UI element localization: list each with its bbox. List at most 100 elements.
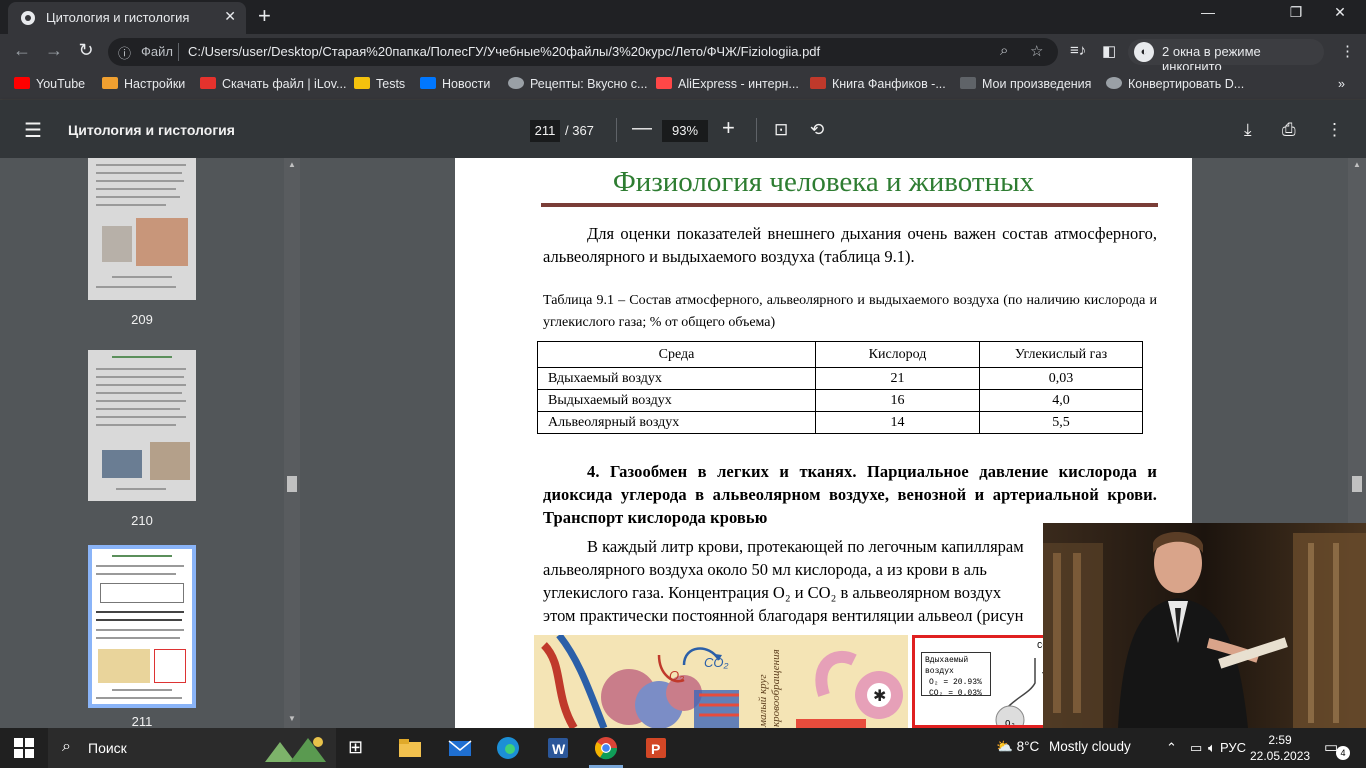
thumb-figure [102, 450, 142, 478]
tab-close-icon[interactable]: ✕ [224, 8, 236, 25]
capillary-illustration: O₂ CO₂ малый круг кровообращения ✱ [540, 635, 903, 728]
scroll-down-icon[interactable]: ▼ [288, 714, 296, 723]
new-tab-button[interactable]: + [258, 3, 271, 29]
scroll-up-icon[interactable]: ▲ [1353, 160, 1361, 169]
reload-icon[interactable]: ↻ [74, 40, 98, 61]
weather-temp: 8°C [1016, 739, 1040, 754]
thumb-text-line [96, 286, 176, 288]
box-title: Вдыхаемый воздух [925, 656, 969, 676]
sidebar-scroll-thumb[interactable] [287, 476, 297, 492]
thumbnail-page-211[interactable] [88, 545, 196, 708]
bookmark-label: AliExpress - интерн... [678, 77, 799, 91]
fit-to-page-icon[interactable]: ⊡ [774, 120, 788, 140]
thumb-text-line [112, 555, 172, 557]
media-queue-icon[interactable]: ≡♪ [1070, 42, 1086, 59]
bookmark-label: Новости [442, 77, 491, 91]
taskbar-search[interactable]: ⌕ Поиск [48, 728, 336, 768]
close-window-button[interactable]: ✕ [1320, 4, 1360, 21]
bookmark-ilovepdf[interactable]: Скачать файл | iLov... [200, 77, 346, 91]
bookmark-youtube[interactable]: YouTube [14, 77, 85, 91]
minimize-button[interactable]: — [1188, 4, 1228, 20]
windows-start-icon[interactable] [14, 738, 34, 758]
system-clock[interactable]: 2:59 22.05.2023 [1250, 732, 1310, 764]
incognito-indicator[interactable]: ◐ 2 окна в режиме инкогнито [1128, 39, 1324, 74]
table-cell: 21 [815, 367, 980, 390]
zoom-search-icon[interactable]: ⌕ [1000, 42, 1008, 59]
tray-chevron-icon[interactable]: ⌃ [1166, 740, 1177, 756]
thumb-text-line [96, 400, 186, 402]
thumb-text-line [96, 164, 186, 166]
bookmark-aliexpress[interactable]: AliExpress - интерн... [656, 77, 799, 91]
main-scroll-thumb[interactable] [1352, 476, 1362, 492]
language-indicator[interactable]: РУС [1220, 740, 1246, 755]
zoom-in-button[interactable]: + [722, 115, 735, 141]
thumb-text-line [96, 172, 182, 174]
youtube-icon [14, 77, 30, 89]
browser-tab[interactable]: Цитология и гистология ✕ [8, 2, 246, 34]
bookmark-my-works[interactable]: Мои произведения [960, 77, 1091, 91]
chrome-icon[interactable] [592, 734, 620, 762]
bookmark-fanfiction[interactable]: Книга Фанфиков -... [810, 77, 946, 91]
o2-label: O₂ [669, 668, 684, 683]
table-header-row: Среда Кислород Углекислый газ [537, 341, 1143, 368]
download-icon[interactable]: ⤓ [1244, 120, 1252, 140]
page-number-input[interactable]: 211 [530, 120, 560, 142]
thumb-text-line [96, 368, 186, 370]
bookmark-settings[interactable]: Настройки [102, 77, 185, 91]
bookmark-recipes[interactable]: Рецепты: Вкусно с... [508, 77, 647, 91]
zoom-input[interactable]: 93% [662, 120, 708, 142]
scroll-up-icon[interactable]: ▲ [288, 160, 296, 169]
sidebar-scrollbar[interactable]: ▲ ▼ [284, 158, 300, 728]
thumb-text-line [116, 488, 166, 490]
bookmark-label: Tests [376, 77, 406, 91]
weather-widget[interactable]: ⛅ 8°C Mostly cloudy [996, 739, 1131, 755]
search-label: Поиск [88, 740, 127, 756]
table-row: Выдыхаемый воздух 16 4,0 [537, 389, 1143, 412]
address-bar[interactable]: ⓘ Файл C:/Users/user/Desktop/Старая%20па… [108, 38, 1058, 66]
capillary-figure: O₂ CO₂ малый круг кровообращения ✱ [534, 635, 908, 728]
bookmark-star-icon[interactable]: ☆ [1030, 42, 1043, 60]
clock-date: 22.05.2023 [1250, 749, 1311, 763]
bookmark-label: Книга Фанфиков -... [832, 77, 946, 91]
o2-arrow-label: O₂ [1005, 719, 1016, 728]
forward-arrow-icon[interactable]: → [42, 40, 66, 61]
bookmark-news[interactable]: Новости [420, 77, 490, 91]
chrome-menu-icon[interactable]: ⋮ [1340, 42, 1355, 60]
back-arrow-icon[interactable]: ← [10, 40, 34, 61]
thumbnail-page-209[interactable] [88, 158, 196, 300]
thumbnail-page-210[interactable] [88, 350, 196, 501]
restore-button[interactable]: ❐ [1276, 4, 1316, 21]
notifications-button[interactable]: ▭ 4 [1324, 738, 1350, 760]
page-total: / 367 [565, 123, 594, 138]
browser-toolbar: ← → ↻ ⓘ Файл C:/Users/user/Desktop/Стара… [0, 34, 1366, 74]
thumb-text-line [96, 376, 184, 378]
picture-in-picture-video[interactable] [1043, 523, 1366, 728]
task-view-icon[interactable]: ⊞ [348, 737, 376, 765]
word-icon[interactable]: W [544, 734, 572, 762]
zoom-out-button[interactable]: — [632, 117, 652, 140]
folder-icon [354, 77, 370, 89]
hamburger-menu-icon[interactable]: ☰ [24, 118, 42, 143]
thumb-table [100, 583, 184, 603]
site-info-icon[interactable]: ⓘ [118, 43, 131, 62]
url-text[interactable]: C:/Users/user/Desktop/Старая%20папка/Пол… [188, 44, 820, 59]
side-panel-icon[interactable]: ◧ [1102, 42, 1116, 60]
book-icon [810, 77, 826, 89]
bookmarks-overflow-icon[interactable]: » [1338, 77, 1345, 91]
more-options-icon[interactable]: ⋮ [1326, 120, 1343, 140]
partly-cloudy-icon: ⛅ [996, 739, 1013, 754]
column-header: Углекислый газ [979, 341, 1143, 368]
bookmark-label: Настройки [124, 77, 186, 91]
edge-icon[interactable] [494, 734, 522, 762]
network-icon[interactable]: ▭ [1190, 740, 1202, 756]
file-explorer-icon[interactable] [396, 734, 424, 762]
bookmark-tests[interactable]: Tests [354, 77, 405, 91]
rotate-icon[interactable]: ⟲ [810, 120, 824, 140]
bookmark-convert[interactable]: Конвертировать D... [1106, 77, 1244, 91]
volume-icon[interactable]: 🔈︎ [1208, 740, 1216, 756]
mail-icon[interactable] [446, 734, 474, 762]
powerpoint-icon[interactable]: P [642, 734, 670, 762]
print-icon[interactable]: ⎙ [1282, 120, 1296, 140]
globe-icon [508, 77, 524, 89]
weather-text: Mostly cloudy [1049, 739, 1131, 754]
